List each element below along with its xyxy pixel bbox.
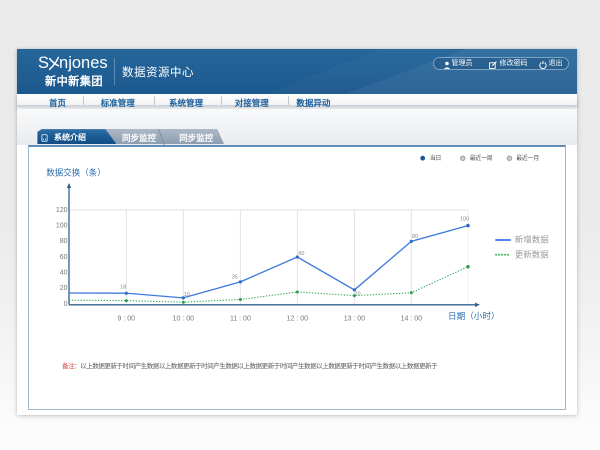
svg-text:13 : 00: 13 : 00 <box>344 315 366 322</box>
svg-text:更新数据: 更新数据 <box>515 249 550 259</box>
svg-text:日期（小时）: 日期（小时） <box>448 310 500 321</box>
svg-text:80: 80 <box>60 238 68 245</box>
svg-text:9 : 00: 9 : 00 <box>118 315 136 322</box>
svg-text:12 : 00: 12 : 00 <box>287 315 309 322</box>
svg-text:10: 10 <box>184 292 190 298</box>
svg-text:100: 100 <box>56 222 68 229</box>
svg-text:数据交换（条）: 数据交换（条） <box>46 167 106 177</box>
svg-text:18: 18 <box>120 284 126 290</box>
svg-text:10 : 00: 10 : 00 <box>173 315 195 322</box>
svg-text:100: 100 <box>460 216 469 222</box>
svg-text:11 : 00: 11 : 00 <box>230 315 251 322</box>
svg-text:35: 35 <box>232 274 238 280</box>
svg-text:最近一周: 最近一周 <box>470 154 493 162</box>
svg-text:20: 20 <box>60 285 68 292</box>
svg-text:最近一月: 最近一月 <box>516 154 539 162</box>
svg-text:10: 10 <box>354 291 360 297</box>
svg-text:0: 0 <box>64 300 68 307</box>
svg-text:40: 40 <box>60 269 68 276</box>
svg-text:新增数据: 新增数据 <box>515 234 550 244</box>
svg-text:14 : 00: 14 : 00 <box>401 315 423 322</box>
svg-text:备注：以上数据更新于时间产生数据以上数据更新于时间产生数据以: 备注：以上数据更新于时间产生数据以上数据更新于时间产生数据以上数据更新于时间产生… <box>62 361 438 370</box>
svg-text:60: 60 <box>298 251 304 257</box>
svg-text:当日: 当日 <box>430 154 441 162</box>
svg-text:120: 120 <box>56 206 68 213</box>
svg-text:80: 80 <box>412 233 418 239</box>
svg-text:60: 60 <box>60 253 68 260</box>
